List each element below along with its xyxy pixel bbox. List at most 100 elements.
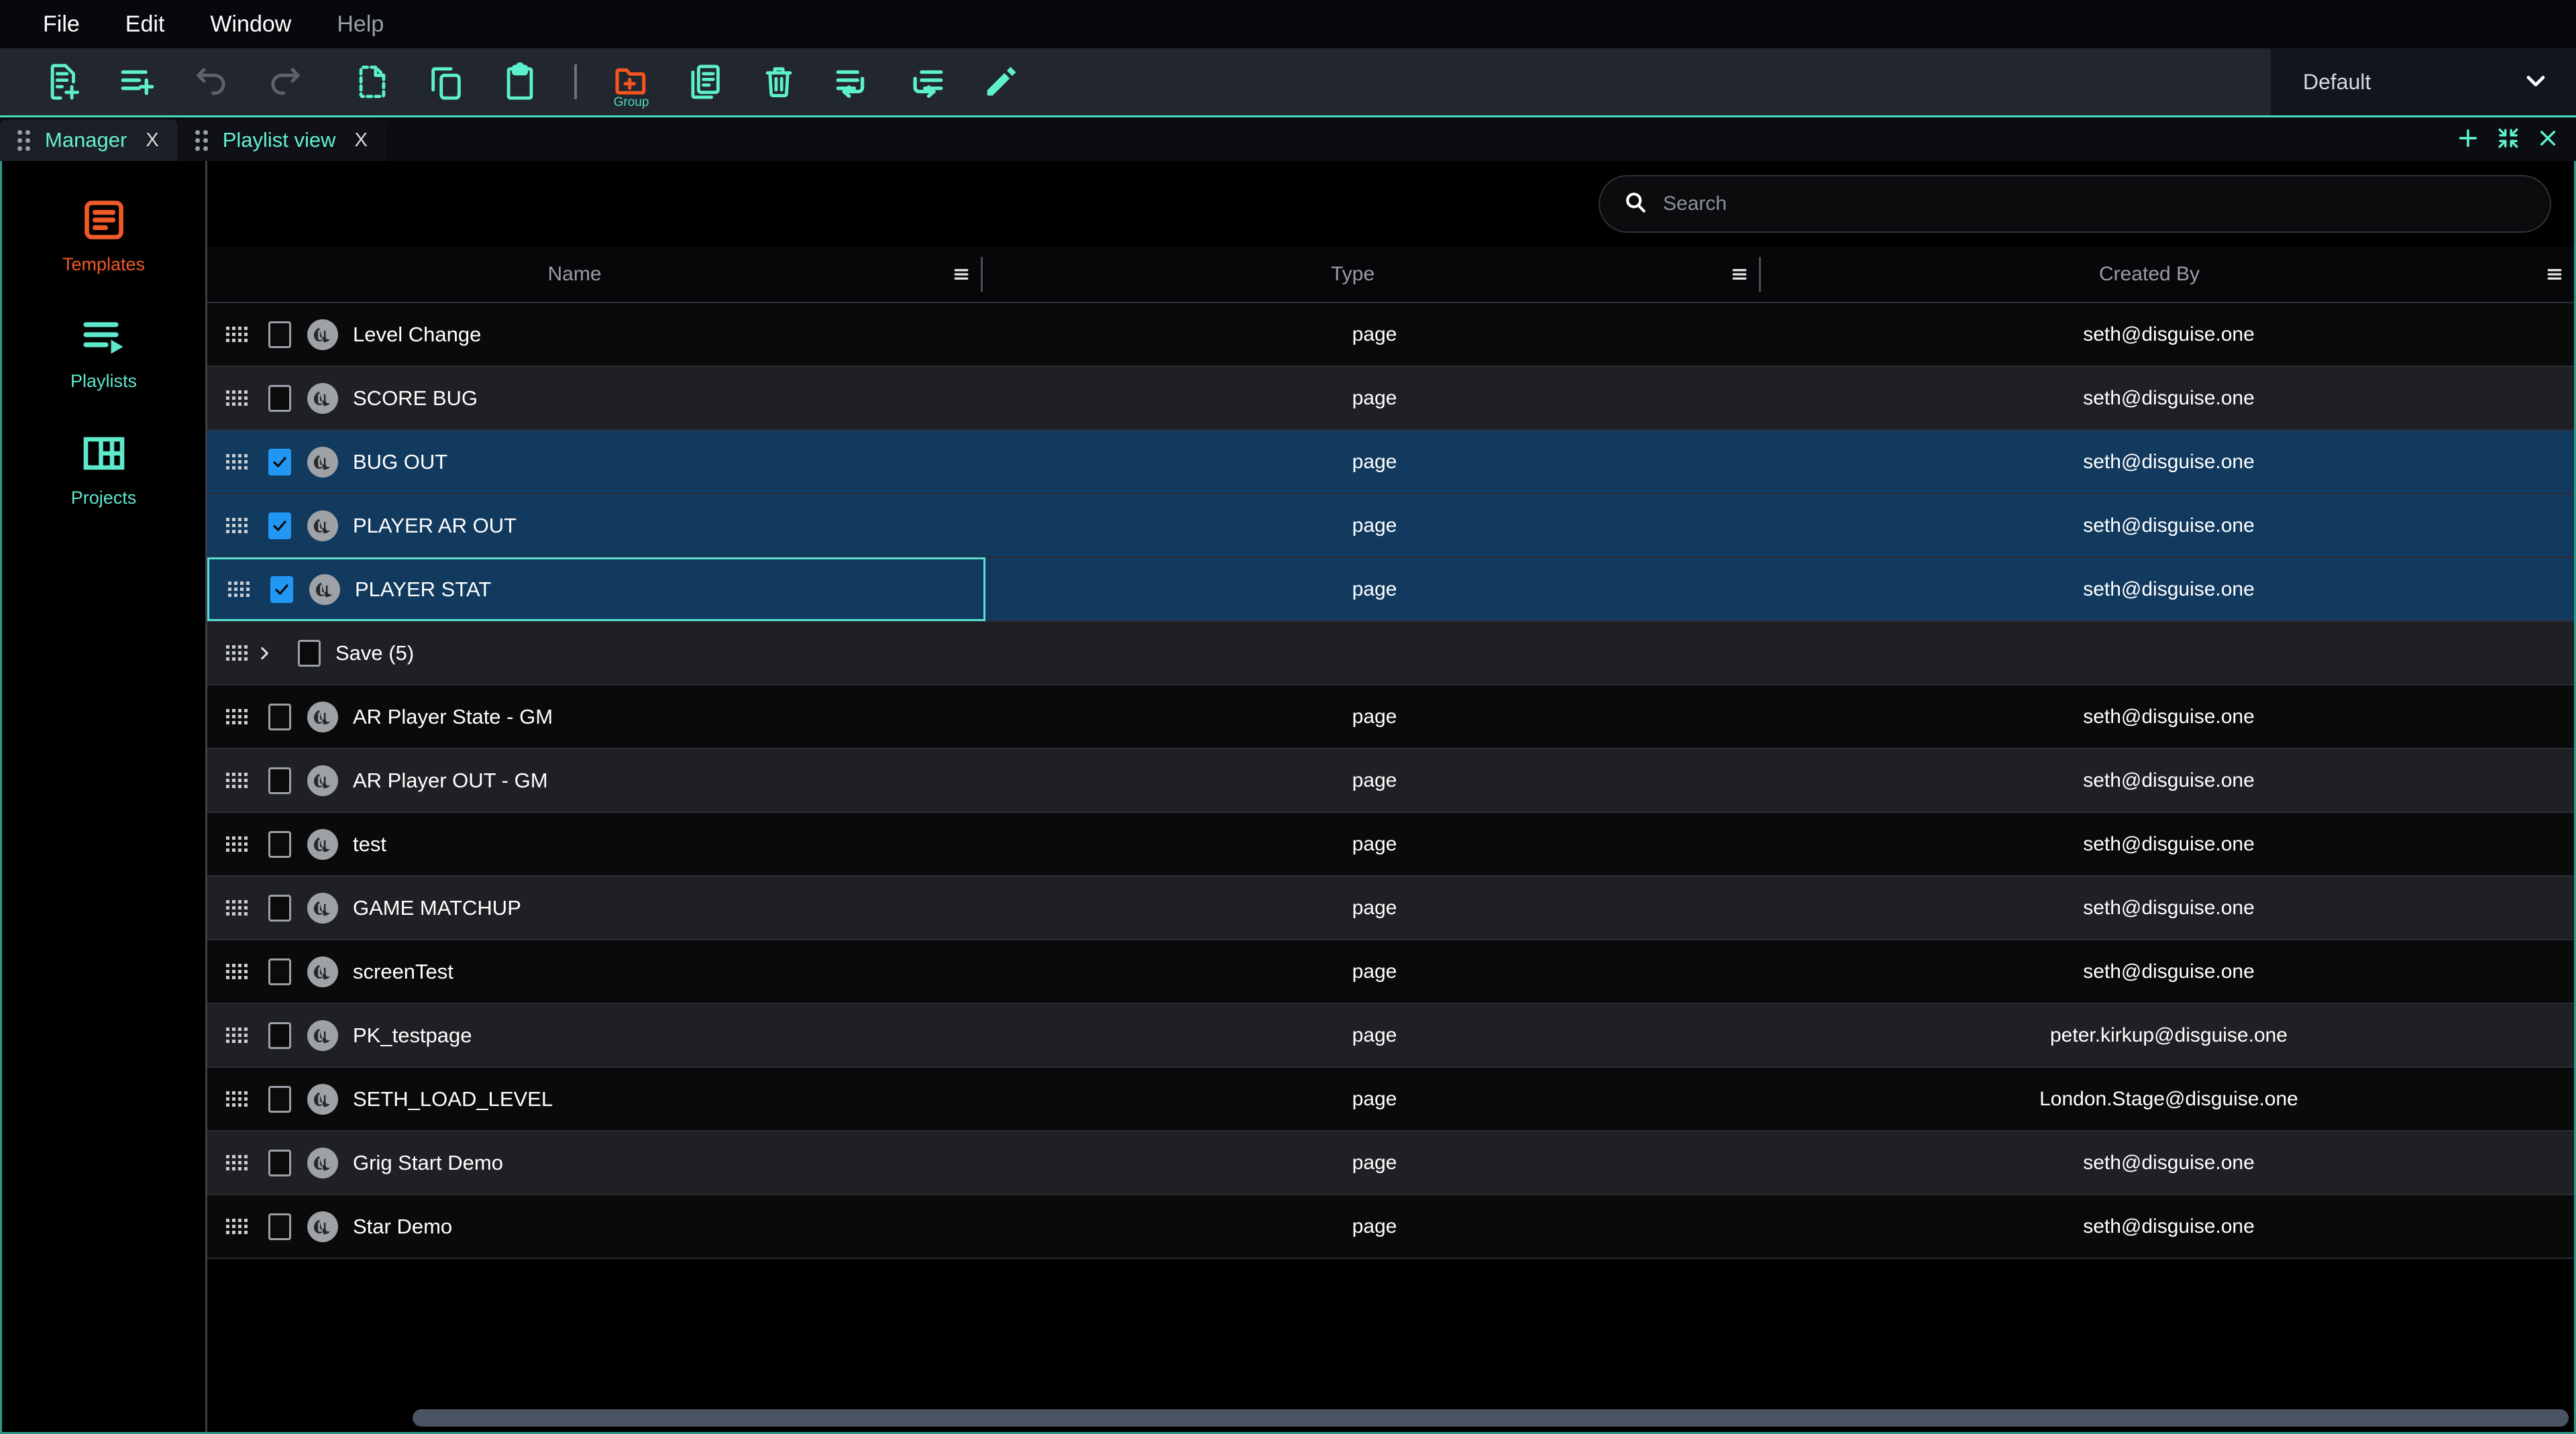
horizontal-scrollbar-thumb[interactable] — [413, 1409, 2569, 1427]
outdent-button[interactable] — [816, 48, 890, 115]
table-row[interactable]: SCORE BUGpageseth@disguise.one — [207, 367, 2574, 431]
tab-playlist-view[interactable]: Playlist view X — [178, 119, 386, 161]
row-drag-handle-icon[interactable] — [226, 1091, 250, 1107]
row-drag-handle-icon[interactable] — [226, 390, 250, 406]
preset-dropdown[interactable]: Default — [2271, 48, 2576, 115]
undo-button[interactable] — [174, 48, 248, 115]
table-row[interactable]: Level Changepageseth@disguise.one — [207, 303, 2574, 367]
row-name-cell[interactable]: screenTest — [207, 940, 985, 1003]
table-row[interactable]: SETH_LOAD_LEVELpageLondon.Stage@disguise… — [207, 1068, 2574, 1132]
row-checkbox[interactable] — [268, 1086, 291, 1113]
table-row[interactable]: GAME MATCHUPpageseth@disguise.one — [207, 877, 2574, 940]
column-divider[interactable] — [981, 257, 983, 292]
row-name-cell[interactable]: SCORE BUG — [207, 366, 985, 430]
sidebar-item-projects[interactable]: Projects — [37, 429, 171, 508]
row-name-cell[interactable]: Save (5) — [207, 621, 985, 685]
column-menu-icon[interactable] — [1720, 264, 1759, 284]
table-row[interactable]: BUG OUTpageseth@disguise.one — [207, 431, 2574, 494]
edit-button[interactable] — [963, 48, 1037, 115]
row-name-cell[interactable]: Grig Start Demo — [207, 1131, 985, 1195]
delete-button[interactable] — [742, 48, 816, 115]
tab-playlist-view-close-icon[interactable]: X — [351, 129, 372, 152]
copy-button[interactable] — [409, 48, 483, 115]
row-drag-handle-icon[interactable] — [228, 582, 252, 597]
row-name-cell[interactable]: GAME MATCHUP — [207, 876, 985, 940]
menu-item-file[interactable]: File — [20, 0, 103, 48]
row-drag-handle-icon[interactable] — [226, 518, 250, 533]
paste-button[interactable] — [483, 48, 557, 115]
cut-button[interactable] — [335, 48, 409, 115]
row-drag-handle-icon[interactable] — [226, 709, 250, 724]
table-row[interactable]: AR Player State - GMpageseth@disguise.on… — [207, 685, 2574, 749]
column-menu-icon[interactable] — [2535, 264, 2574, 284]
row-drag-handle-icon[interactable] — [226, 1028, 250, 1043]
drag-handle-icon[interactable] — [195, 130, 208, 151]
row-name-cell[interactable]: test — [207, 812, 985, 876]
column-divider[interactable] — [1759, 257, 1761, 292]
horizontal-scrollbar[interactable] — [413, 1409, 2569, 1427]
table-row[interactable]: Save (5) — [207, 622, 2574, 685]
menu-item-window[interactable]: Window — [187, 0, 314, 48]
redo-button[interactable] — [248, 48, 322, 115]
row-drag-handle-icon[interactable] — [226, 964, 250, 979]
table-row[interactable]: Star Demopageseth@disguise.one — [207, 1195, 2574, 1259]
row-drag-handle-icon[interactable] — [226, 836, 250, 852]
row-checkbox[interactable] — [268, 321, 291, 348]
indent-button[interactable] — [890, 48, 963, 115]
table-row[interactable]: screenTestpageseth@disguise.one — [207, 940, 2574, 1004]
row-name-cell[interactable]: PLAYER AR OUT — [207, 494, 985, 557]
row-checkbox[interactable] — [268, 895, 291, 922]
expand-chevron-icon[interactable] — [250, 645, 279, 662]
row-checkbox[interactable] — [270, 576, 293, 603]
drag-handle-icon[interactable] — [17, 130, 30, 151]
tab-manager[interactable]: Manager X — [0, 119, 178, 161]
table-row[interactable]: PLAYER AR OUTpageseth@disguise.one — [207, 494, 2574, 558]
row-drag-handle-icon[interactable] — [226, 327, 250, 342]
row-drag-handle-icon[interactable] — [226, 773, 250, 788]
menu-item-edit[interactable]: Edit — [103, 0, 188, 48]
row-checkbox[interactable] — [298, 640, 321, 667]
search-input[interactable] — [1663, 192, 2527, 215]
row-name-cell[interactable]: PLAYER STAT — [207, 557, 985, 621]
table-row[interactable]: PLAYER STATpageseth@disguise.one — [207, 558, 2574, 622]
table-row[interactable]: PK_testpagepagepeter.kirkup@disguise.one — [207, 1004, 2574, 1068]
table-row[interactable]: testpageseth@disguise.one — [207, 813, 2574, 877]
row-name-cell[interactable]: Level Change — [207, 303, 985, 366]
table-row[interactable]: AR Player OUT - GMpageseth@disguise.one — [207, 749, 2574, 813]
row-checkbox[interactable] — [268, 1022, 291, 1049]
column-header-name[interactable]: Name — [207, 246, 985, 302]
row-name-cell[interactable]: AR Player OUT - GM — [207, 749, 985, 812]
row-name-cell[interactable]: SETH_LOAD_LEVEL — [207, 1067, 985, 1131]
add-tab-icon[interactable] — [2457, 127, 2479, 150]
row-checkbox[interactable] — [268, 1213, 291, 1240]
group-button[interactable]: Group — [594, 48, 668, 115]
row-drag-handle-icon[interactable] — [226, 645, 250, 661]
sidebar-item-playlists[interactable]: Playlists — [37, 313, 171, 392]
row-name-cell[interactable]: Star Demo — [207, 1195, 985, 1258]
sidebar-item-templates[interactable]: Templates — [37, 196, 171, 275]
row-drag-handle-icon[interactable] — [226, 1155, 250, 1170]
new-document-button[interactable] — [27, 48, 101, 115]
row-checkbox[interactable] — [268, 831, 291, 858]
table-row[interactable]: Grig Start Demopageseth@disguise.one — [207, 1132, 2574, 1195]
tab-manager-close-icon[interactable]: X — [142, 129, 162, 152]
column-header-type[interactable]: Type — [985, 246, 1764, 302]
row-name-cell[interactable]: BUG OUT — [207, 430, 985, 494]
row-name-cell[interactable]: AR Player State - GM — [207, 685, 985, 749]
menu-item-help[interactable]: Help — [314, 0, 407, 48]
collapse-icon[interactable] — [2497, 127, 2520, 150]
row-checkbox[interactable] — [268, 958, 291, 985]
row-name-cell[interactable]: PK_testpage — [207, 1003, 985, 1067]
duplicate-button[interactable] — [668, 48, 742, 115]
search-box[interactable] — [1599, 175, 2551, 233]
close-panel-icon[interactable] — [2537, 127, 2559, 149]
row-checkbox[interactable] — [268, 1150, 291, 1176]
column-menu-icon[interactable] — [942, 264, 981, 284]
row-drag-handle-icon[interactable] — [226, 900, 250, 916]
add-row-button[interactable] — [101, 48, 174, 115]
row-checkbox[interactable] — [268, 767, 291, 794]
row-drag-handle-icon[interactable] — [226, 454, 250, 470]
row-checkbox[interactable] — [268, 704, 291, 730]
row-checkbox[interactable] — [268, 385, 291, 412]
row-drag-handle-icon[interactable] — [226, 1219, 250, 1234]
